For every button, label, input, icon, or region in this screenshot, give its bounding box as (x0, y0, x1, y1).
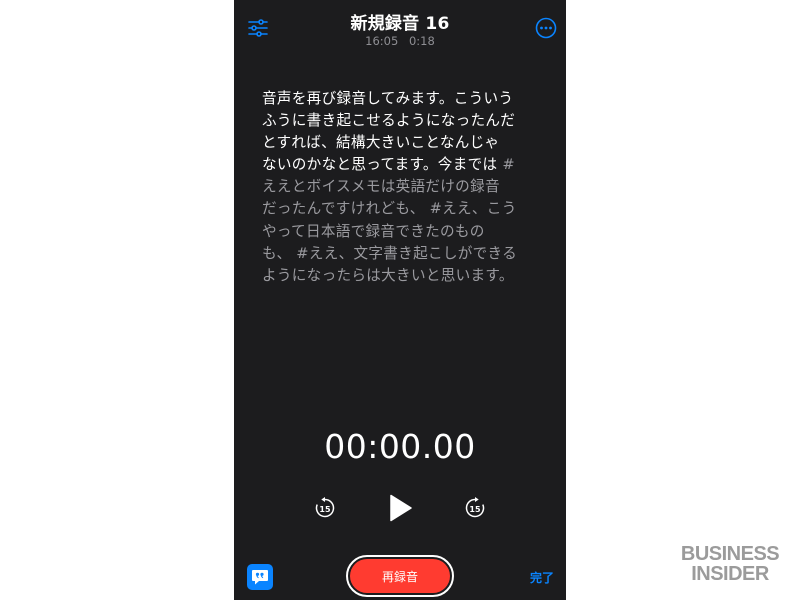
play-icon[interactable] (389, 494, 413, 522)
ellipsis-circle-icon[interactable] (535, 17, 557, 39)
transcript-pending: # ええとボイスメモは英語だけの録音 だったんですけれども、 #ええ、こう やっ… (262, 156, 518, 284)
recording-time: 16:05 (365, 34, 399, 48)
quote-bubble-icon[interactable] (247, 564, 273, 590)
rerecord-button-ring[interactable]: 再録音 (346, 555, 454, 597)
logo-line-2: INSIDER (691, 563, 769, 585)
rerecord-button[interactable]: 再録音 (350, 559, 450, 593)
business-insider-logo: BUSINESS INSIDER (676, 544, 784, 584)
transcript-text: 音声を再び録音してみます。こういう ふうに書き起こせるようになったんだ とすれば… (262, 88, 532, 287)
skip-forward-15-icon[interactable]: 15 (464, 497, 486, 519)
recording-title[interactable]: 新規録音 16 (234, 9, 566, 34)
voice-memos-screen: 新規録音 16 16:05 0:18 音声を再び録音してみます。こういう ふうに… (234, 0, 566, 600)
skip-back-15-icon[interactable]: 15 (314, 497, 336, 519)
recording-meta: 16:05 0:18 (234, 34, 566, 48)
playback-timer: 00:00.00 (324, 427, 476, 466)
done-button[interactable]: 完了 (530, 569, 554, 586)
recording-duration: 0:18 (408, 34, 435, 48)
transcript-spoken: 音声を再び録音してみます。こういう ふうに書き起こせるようになったんだ とすれば… (262, 90, 516, 174)
skip-back-label: 15 (319, 505, 331, 514)
skip-forward-label: 15 (469, 505, 481, 514)
logo-line-1: BUSINESS (680, 543, 780, 565)
